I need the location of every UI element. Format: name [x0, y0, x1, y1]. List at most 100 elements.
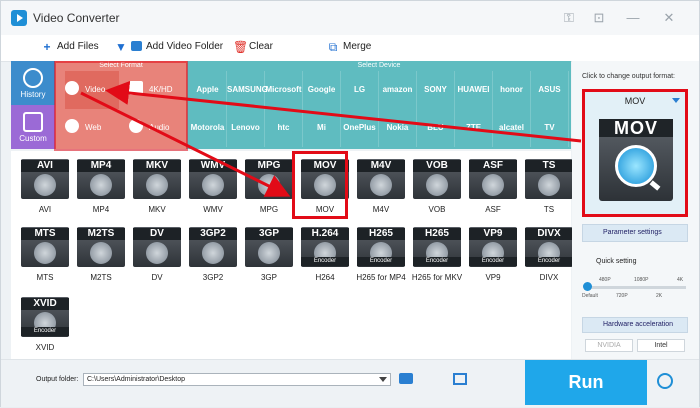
parameter-settings-button[interactable]: Parameter settings	[582, 224, 688, 242]
format-icon	[258, 174, 280, 196]
device-mi[interactable]: Mi	[303, 109, 341, 147]
format-icon	[482, 174, 504, 196]
clear-button[interactable]: 🗑Clear	[233, 41, 273, 55]
history-clock-icon	[23, 68, 43, 88]
format-name-label: 3GP	[260, 273, 277, 282]
selected-format-label: MOV	[624, 96, 646, 106]
output-preview-icon[interactable]	[453, 373, 467, 385]
sidebar-item-custom[interactable]: Custom	[11, 105, 55, 149]
highlight-video-region	[54, 61, 188, 151]
format-tag: MPG	[245, 160, 293, 172]
add-files-button[interactable]: + Add Files	[41, 41, 98, 55]
cart-icon[interactable]: ⊡	[591, 10, 607, 26]
mov-large-tag: MOV	[599, 119, 673, 137]
trash-icon: 🗑	[233, 40, 249, 54]
dropdown-caret-icon	[672, 98, 680, 103]
add-video-folder-button[interactable]: Add Video Folder	[131, 41, 223, 55]
nvidia-badge[interactable]: NVIDIA	[585, 339, 633, 352]
device-google[interactable]: Google	[303, 71, 341, 109]
device-blu[interactable]: BLU	[417, 109, 455, 147]
minimize-icon[interactable]: —	[625, 10, 641, 26]
format-thumbnail: H265 Encoder	[357, 227, 405, 267]
format-tag: WMV	[189, 160, 237, 172]
device-apple[interactable]: Apple	[189, 71, 227, 109]
format-name-label: MKV	[148, 205, 166, 214]
sidebar-item-history[interactable]: History	[11, 61, 55, 105]
device-alcatel[interactable]: alcatel	[493, 109, 531, 147]
format-thumbnail: 3GP	[245, 227, 293, 267]
open-folder-icon[interactable]	[399, 373, 413, 384]
format-icon	[202, 174, 224, 196]
format-tag: VOB	[413, 160, 461, 172]
device-microsoft[interactable]: Microsoft	[265, 71, 303, 109]
format-name-label: ASF	[485, 205, 501, 214]
quality-slider-handle[interactable]	[583, 282, 592, 291]
tick-480p: 480P	[599, 277, 611, 283]
device-samsung[interactable]: SAMSUNG	[227, 71, 268, 109]
format-icon	[34, 174, 56, 196]
device-sony[interactable]: SONY	[417, 71, 455, 109]
tick-1080p: 1080P	[634, 277, 649, 283]
run-button[interactable]: Run	[525, 360, 647, 405]
device-amazon[interactable]: amazon	[379, 71, 417, 109]
format-grid: AVI AVI MP4 MP4 MKV MKV WMV WMV MPG MPG MOV MOV M4V M…	[11, 151, 573, 359]
format-xvid[interactable]: XVID Encoder XVID	[13, 291, 83, 357]
device-nokia[interactable]: Nokia	[379, 109, 417, 147]
format-thumbnail: MPG	[245, 159, 293, 199]
format-thumbnail: WMV	[189, 159, 237, 199]
format-name-label: MTS	[36, 273, 54, 282]
format-thumbnail: VP9 Encoder	[469, 227, 517, 267]
device-motorola[interactable]: Motorola	[189, 109, 227, 147]
output-folder-path: C:\Users\Administrator\Desktop	[87, 376, 186, 383]
format-name-label: VP9	[485, 273, 501, 282]
add-files-dropdown[interactable]: ▼	[115, 41, 131, 55]
format-thumbnail: VOB	[413, 159, 461, 199]
format-name-label: H264	[315, 273, 335, 282]
format-icon	[90, 174, 112, 196]
device-lg[interactable]: LG	[341, 71, 379, 109]
intel-badge[interactable]: Intel	[637, 339, 685, 352]
output-format-hint: Click to change output format:	[582, 73, 675, 80]
output-folder-dropdown-icon[interactable]	[379, 377, 387, 382]
output-folder-field[interactable]: C:\Users\Administrator\Desktop	[83, 373, 391, 386]
sidebar: History Custom	[11, 61, 55, 149]
device-htc[interactable]: htc	[265, 109, 303, 147]
format-icon	[146, 242, 168, 264]
format-thumbnail: DIVX Encoder	[525, 227, 573, 267]
device-lenovo[interactable]: Lenovo	[227, 109, 265, 147]
title-bar: Video Converter ⚿ ⊡ — ✕	[1, 1, 699, 36]
device-oneplus[interactable]: OnePlus	[341, 109, 379, 147]
output-format-selector[interactable]: MOV MOV	[582, 89, 688, 217]
format-tag: 3GP	[245, 228, 293, 240]
device-tv[interactable]: TV	[531, 109, 569, 147]
clear-label: Clear	[249, 41, 273, 52]
format-name-label: VOB	[428, 205, 446, 214]
hardware-acceleration-label: Hardware acceleration	[603, 321, 674, 328]
device-asus[interactable]: ASUS	[531, 71, 569, 109]
format-tag: MTS	[21, 228, 69, 240]
format-icon	[538, 174, 560, 196]
format-tag: AVI	[21, 160, 69, 172]
key-icon[interactable]: ⚿	[561, 10, 577, 26]
format-name-label: DV	[151, 273, 163, 282]
app-window: Video Converter ⚿ ⊡ — ✕ + Add Files ▼ Add…	[0, 0, 700, 407]
app-title: Video Converter	[33, 11, 120, 25]
device-zte[interactable]: ZTE	[455, 109, 493, 147]
close-icon[interactable]: ✕	[661, 10, 677, 26]
format-tag: H.264	[301, 228, 349, 240]
encoder-badge: Encoder	[525, 257, 573, 266]
quality-slider[interactable]	[586, 286, 686, 289]
merge-button[interactable]: ⧉ Merge	[327, 41, 372, 55]
format-name-label: H265 for MP4	[356, 273, 406, 282]
format-icon	[426, 174, 448, 196]
device-honor[interactable]: honor	[493, 71, 531, 109]
hardware-acceleration-button[interactable]: Hardware acceleration	[582, 317, 688, 333]
format-thumbnail: 3GP2	[189, 227, 237, 267]
format-icon	[370, 174, 392, 196]
alarm-clock-icon[interactable]	[657, 373, 673, 389]
format-thumbnail: MTS	[21, 227, 69, 267]
format-thumbnail: TS	[525, 159, 573, 199]
format-thumbnail: MKV	[133, 159, 181, 199]
device-huawei[interactable]: HUAWEI	[455, 71, 493, 109]
format-name-label: 3GP2	[202, 273, 224, 282]
